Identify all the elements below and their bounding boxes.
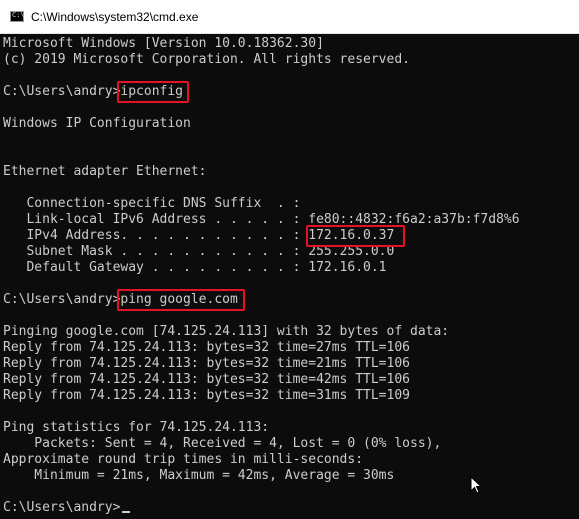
console-line: Ping statistics for 74.125.24.113: xyxy=(3,420,270,435)
console-line: Ethernet adapter Ethernet: xyxy=(3,164,207,179)
console-line: Reply from 74.125.24.113: bytes=32 time=… xyxy=(3,372,410,387)
console-line: (c) 2019 Microsoft Corporation. All righ… xyxy=(3,52,410,67)
cmd-icon-glyph: C:\ xyxy=(12,11,25,19)
console-line: Reply from 74.125.24.113: bytes=32 time=… xyxy=(3,340,410,355)
console-line: Approximate round trip times in milli-se… xyxy=(3,452,364,467)
console-line: Minimum = 21ms, Maximum = 42ms, Average … xyxy=(3,468,395,483)
title-bar[interactable]: C:\ C:\Windows\system32\cmd.exe xyxy=(0,0,579,34)
console-line: Default Gateway . . . . . . . . . : 172.… xyxy=(3,260,387,275)
cmd-window: C:\ C:\Windows\system32\cmd.exe Microsof… xyxy=(0,0,579,519)
console-line: Pinging google.com [74.125.24.113] with … xyxy=(3,324,450,339)
ipv4-address-highlight xyxy=(306,225,405,247)
cmd-console-icon: C:\ xyxy=(10,11,25,22)
console-line: Microsoft Windows [Version 10.0.18362.30… xyxy=(3,36,324,51)
console-line: C:\Users\andry> xyxy=(3,500,121,515)
ipconfig-command-highlight xyxy=(117,81,189,103)
console-line: Packets: Sent = 4, Received = 4, Lost = … xyxy=(3,436,442,451)
window-title: C:\Windows\system32\cmd.exe xyxy=(31,10,199,24)
text-cursor xyxy=(122,511,130,513)
arrow-pointer-icon xyxy=(470,476,482,494)
console-output[interactable]: Microsoft Windows [Version 10.0.18362.30… xyxy=(0,34,579,519)
console-line: Connection-specific DNS Suffix . : xyxy=(3,196,301,211)
ping-command-highlight xyxy=(117,289,245,311)
console-line: Reply from 74.125.24.113: bytes=32 time=… xyxy=(3,388,410,403)
console-line: Link-local IPv6 Address . . . . . : fe80… xyxy=(3,212,520,227)
console-line: Windows IP Configuration xyxy=(3,116,191,131)
console-line: Reply from 74.125.24.113: bytes=32 time=… xyxy=(3,356,410,371)
